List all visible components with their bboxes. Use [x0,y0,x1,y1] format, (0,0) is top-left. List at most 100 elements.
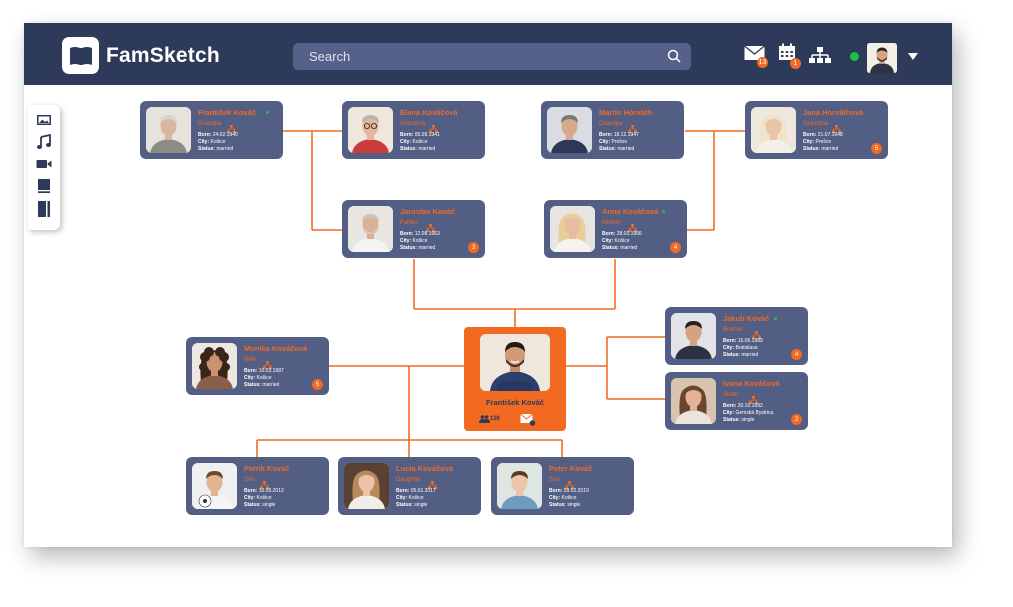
person-relation: Sister [723,392,739,398]
person-card-frantisek-sr[interactable]: František Kováč Grandpa Born: 24.02.1940… [140,101,283,159]
city-value: Prešov [611,139,628,145]
person-card-jana[interactable]: Jana Horváthová Grandma Born: 21.07.1948… [745,101,888,159]
status-value: married [821,146,839,152]
born-value: 09.02.2019 [563,488,589,494]
born-value: 20.10.1992 [737,403,763,409]
person-relation: Brother [723,327,743,333]
city-label: City: [198,139,210,145]
status-label: Status: [549,502,566,508]
status-value: married [741,352,759,358]
person-name: Jakub Kováč [723,314,770,323]
born-label: Born: [198,132,212,138]
person-name: Anna Kováčová [602,207,659,216]
born-label: Born: [549,488,563,494]
city-label: City: [723,345,735,351]
city-value: Košice [210,139,226,145]
person-card-anna[interactable]: Anna Kováčová Mother Born: 28.03.1966 Ci… [544,200,687,258]
center-person-photo [480,334,550,391]
person-details: Born: 20.10.1992 City: Gemská Bystrica S… [723,403,773,424]
city-label: City: [549,495,561,501]
person-name: Jaroslav Kováč [400,207,456,216]
born-value: 24.02.1940 [212,132,238,138]
city-value: Košice [256,375,272,381]
person-card-ivana[interactable]: Ivana Kováčová Sister Born: 20.10.1992 C… [665,372,808,430]
person-card-patrik[interactable]: Patrik Kováč Son Born: 10.05.2012 City: … [186,457,329,515]
status-value: married [418,146,436,152]
city-value: Košice [561,495,577,501]
born-label: Born: [602,231,616,237]
born-value: 21.07.1948 [817,132,843,138]
city-value: Gemská Bystrica [735,410,774,416]
status-label: Status: [244,502,261,508]
status-value: single [741,417,755,423]
person-photo [671,313,716,359]
relatives-count-badge[interactable]: 5 [871,143,882,154]
city-value: Košice [256,495,272,501]
person-card-elena[interactable]: Elena Kováčová Grandma Born: 05.09.1941 … [342,101,485,159]
person-photo [348,107,393,153]
status-value: single [414,502,428,508]
city-label: City: [602,238,614,244]
city-label: City: [396,495,408,501]
status-value: single [567,502,581,508]
born-value: 10.03.1987 [258,368,284,374]
person-photo [751,107,796,153]
person-card-monika[interactable]: Monika Kováčová Wife Born: 10.03.1987 Ci… [186,337,329,395]
person-card-jakub[interactable]: Jakub Kováč Brother Born: 15.06.1989 Cit… [665,307,808,365]
family-tree-canvas: František Kováč Grandpa Born: 24.02.1940… [24,23,952,547]
person-card-martin[interactable]: Martin Horváth Grandpa Born: 18.12.1947 … [541,101,684,159]
relatives-count-badge[interactable]: 5 [312,379,323,390]
status-label: Status: [198,146,215,152]
city-value: Košice [412,139,428,145]
status-value: married [216,146,234,152]
status-label: Status: [723,417,740,423]
born-label: Born: [723,338,737,344]
online-status-indicator [774,317,777,320]
born-value: 05.01.2017 [410,488,436,494]
status-label: Status: [244,382,261,388]
person-relation: Wife [244,357,256,363]
person-relation: Mother [602,220,621,226]
born-label: Born: [244,488,258,494]
status-value: married [620,245,638,251]
born-value: 10.05.2012 [258,488,284,494]
city-label: City: [599,139,611,145]
mail-icon[interactable] [520,413,536,426]
born-value: 28.03.1966 [616,231,642,237]
person-details: Born: 10.03.1987 City: Košice Status: ma… [244,368,284,389]
person-card-jaroslav[interactable]: Jaroslav Kováč Father Born: 12.08.1963 C… [342,200,485,258]
center-person-card[interactable]: František Kováč 126 [464,327,566,431]
app-window: FamSketch 13 1 [24,23,952,547]
status-label: Status: [723,352,740,358]
person-name: Lucia Kováčová [396,464,454,473]
relatives-count-badge[interactable]: 3 [468,242,479,253]
person-card-lucia[interactable]: Lucia Kováčová Daughter Born: 05.01.2017… [338,457,481,515]
person-card-peter[interactable]: Peter Kováč Son Born: 09.02.2019 City: K… [491,457,634,515]
status-label: Status: [803,146,820,152]
city-value: Košice [412,238,428,244]
person-name: Jana Horváthová [803,108,864,117]
person-photo [547,107,592,153]
online-status-indicator [266,111,269,114]
born-label: Born: [400,132,414,138]
status-value: single [262,502,276,508]
relatives-count-badge[interactable]: 4 [670,242,681,253]
person-name: Elena Kováčová [400,108,458,117]
status-value: married [418,245,436,251]
people-icon [479,415,490,423]
person-name: Martin Horváth [599,108,652,117]
person-relation: Son [244,477,255,483]
person-name: Patrik Kováč [244,464,290,473]
status-value: married [262,382,280,388]
person-relation: Grandma [803,121,829,127]
relatives-count-badge[interactable]: 4 [791,349,802,360]
status-label: Status: [400,146,417,152]
city-label: City: [400,238,412,244]
person-photo [671,378,716,424]
born-value: 18.12.1947 [613,132,639,138]
person-photo [497,463,542,509]
center-person-name: František Kováč [486,398,544,407]
person-photo [550,206,595,252]
person-relation: Father [400,220,418,226]
relatives-count-badge[interactable]: 2 [791,414,802,425]
